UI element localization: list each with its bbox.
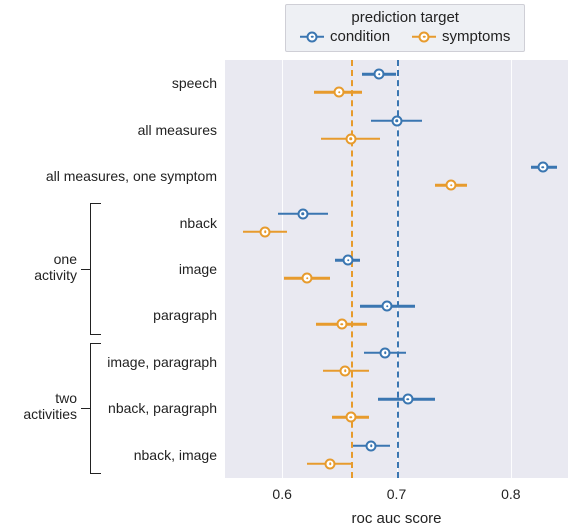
data-point bbox=[336, 319, 347, 330]
group-label: two activities bbox=[23, 390, 77, 422]
data-point bbox=[302, 273, 313, 284]
y-tick-label: all measures bbox=[138, 122, 217, 138]
data-point bbox=[402, 394, 413, 405]
data-point bbox=[446, 180, 457, 191]
legend-label-symptoms: symptoms bbox=[442, 28, 510, 45]
group-label: one activity bbox=[34, 251, 77, 283]
data-point bbox=[391, 115, 402, 126]
data-point bbox=[325, 458, 336, 469]
data-point bbox=[345, 133, 356, 144]
data-point bbox=[297, 208, 308, 219]
legend-marker-condition bbox=[300, 31, 324, 43]
y-tick-label: nback, image bbox=[134, 447, 217, 463]
x-tick-label: 0.6 bbox=[272, 478, 291, 502]
legend-item-symptoms: symptoms bbox=[412, 28, 510, 45]
data-point bbox=[345, 412, 356, 423]
group-bracket bbox=[90, 203, 91, 334]
y-tick-label: paragraph bbox=[153, 307, 217, 323]
data-point bbox=[366, 440, 377, 451]
gridline bbox=[511, 60, 512, 478]
data-point bbox=[260, 226, 271, 237]
chart-container: 0.60.70.8roc auc score prediction target… bbox=[0, 0, 580, 528]
y-tick-label: all measures, one symptom bbox=[46, 168, 217, 184]
legend-label-condition: condition bbox=[330, 28, 390, 45]
y-tick-label: image, paragraph bbox=[107, 354, 217, 370]
data-point bbox=[334, 87, 345, 98]
x-tick-label: 0.8 bbox=[501, 478, 520, 502]
y-tick-label: nback bbox=[180, 215, 217, 231]
y-tick-label: speech bbox=[172, 75, 217, 91]
legend-marker-symptoms bbox=[412, 31, 436, 43]
gridline bbox=[282, 60, 283, 478]
y-tick-label: image bbox=[179, 261, 217, 277]
group-bracket bbox=[90, 343, 91, 474]
legend-title: prediction target bbox=[300, 9, 510, 26]
data-point bbox=[380, 347, 391, 358]
x-tick-label: 0.7 bbox=[387, 478, 406, 502]
data-point bbox=[382, 301, 393, 312]
plot-area: 0.60.70.8roc auc score bbox=[225, 60, 568, 478]
y-tick-label: nback, paragraph bbox=[108, 400, 217, 416]
data-point bbox=[340, 365, 351, 376]
legend: prediction target condition symptoms bbox=[285, 4, 525, 52]
data-point bbox=[343, 255, 354, 266]
x-axis-title: roc auc score bbox=[351, 510, 441, 527]
data-point bbox=[537, 162, 548, 173]
legend-item-condition: condition bbox=[300, 28, 390, 45]
data-point bbox=[374, 69, 385, 80]
